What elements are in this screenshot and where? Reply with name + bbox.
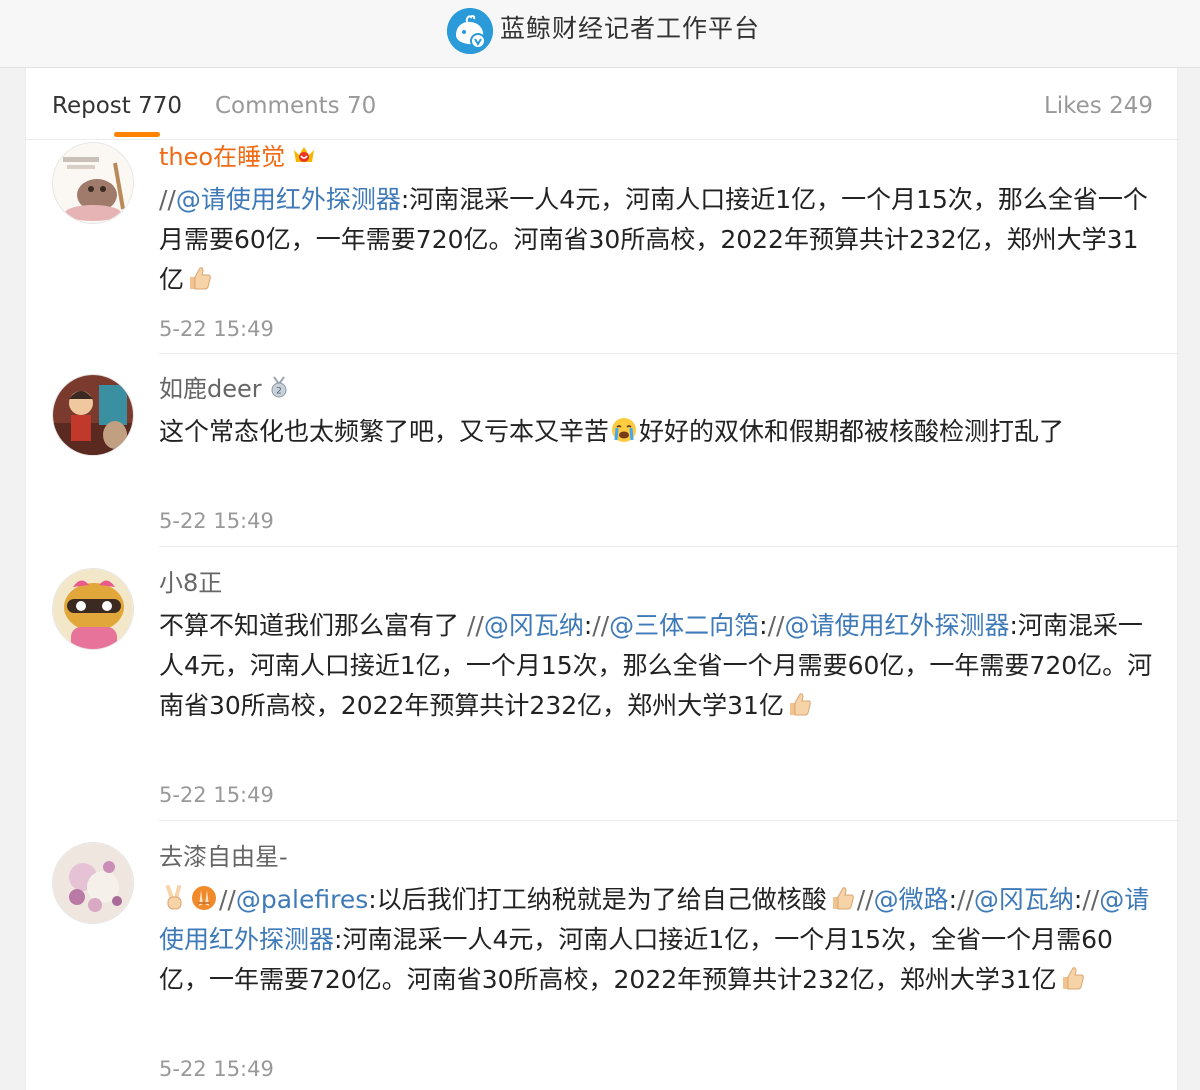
username-text[interactable]: 如鹿deer [159,375,262,403]
timestamp: 5-22 15:49 [159,509,274,533]
tab-comments[interactable]: Comments 70 [215,92,376,120]
username[interactable]: 如鹿deer 2 [159,374,290,405]
repost-card: Repost 770 Comments 70 Likes 249 theo在睡觉… [25,68,1179,1090]
divider [159,820,1179,821]
content-text: 不算不知道我们那么富有了 [159,611,467,640]
medal-badge-icon: 2 [268,375,290,405]
content-text: : [583,611,593,640]
timestamp: 5-22 15:49 [159,783,274,807]
mention-link[interactable]: @palefires [236,885,368,914]
repost-content: 这个常态化也太频繁了吧，又亏本又辛苦 好好的双休和假期都被核酸检测打乱了 [159,412,1154,452]
username-text[interactable]: theo在睡觉 [159,143,285,171]
avatar[interactable] [52,374,134,456]
thumbs-up-icon [785,690,813,718]
crying-face-icon [610,416,638,444]
mention-link[interactable]: @冈瓦纳 [484,611,584,640]
divider [159,546,1179,547]
platform-title: 蓝鲸财经记者工作平台 [500,14,761,43]
mention-link[interactable]: @请使用红外探测器 [784,611,1009,640]
mention-link[interactable]: @三体二向箔 [609,611,759,640]
tab-likes[interactable]: Likes 249 [1044,92,1153,120]
thumbs-up-icon [1058,964,1086,992]
vip-badge-icon [291,143,317,173]
repost-content: //@palefires:以后我们打工纳税就是为了给自己做核酸//@微路://@… [159,880,1154,1000]
avatar[interactable] [52,568,134,650]
svg-text:2: 2 [276,387,282,397]
mention-link[interactable]: @请使用红外探测器 [176,185,401,214]
repost-content: //@请使用红外探测器:河南混采一人4元，河南人口接近1亿，一个月15次，那么全… [159,180,1154,300]
content-text: 这个常态化也太频繁了吧，又亏本又辛苦 [159,417,610,446]
repost-separator: // [957,885,974,914]
mention-link[interactable]: @冈瓦纳 [974,885,1074,914]
repost-content: 不算不知道我们那么富有了 //@冈瓦纳://@三体二向箔://@请使用红外探测器… [159,606,1154,726]
avatar[interactable] [52,842,134,924]
repost-separator: // [592,611,610,640]
timestamp: 5-22 15:49 [159,1057,274,1081]
repost-separator: // [767,611,785,640]
timestamp: 5-22 15:49 [159,317,274,341]
active-tab-indicator [114,132,160,137]
repost-separator: // [159,185,176,214]
username[interactable]: theo在睡觉 [159,142,317,173]
platform-header: 蓝鲸财经记者工作平台 [0,0,1200,68]
thumbs-up-icon [185,264,213,292]
content-text: : [759,611,768,640]
username[interactable]: 小8正 [159,568,222,598]
tab-repost[interactable]: Repost 770 [52,92,182,120]
mention-link[interactable]: @微路 [874,885,949,914]
divider [159,353,1179,354]
repost-separator: // [466,611,484,640]
username[interactable]: 去漆自由星- [159,842,288,872]
thumbs-up-icon [828,884,856,912]
peace-hand-icon [160,884,188,912]
folded-hands-icon [190,884,218,912]
content-text: : [948,885,958,914]
repost-separator: // [856,885,874,914]
repost-separator: // [1082,885,1100,914]
avatar[interactable] [52,142,134,224]
content-text: 好好的双休和假期都被核酸检测打乱了 [639,417,1065,446]
repost-separator: // [219,885,236,914]
whale-logo-icon [447,8,493,54]
content-text: :以后我们打工纳税就是为了给自己做核酸 [368,885,827,914]
tab-bar: Repost 770 Comments 70 Likes 249 [26,68,1179,140]
